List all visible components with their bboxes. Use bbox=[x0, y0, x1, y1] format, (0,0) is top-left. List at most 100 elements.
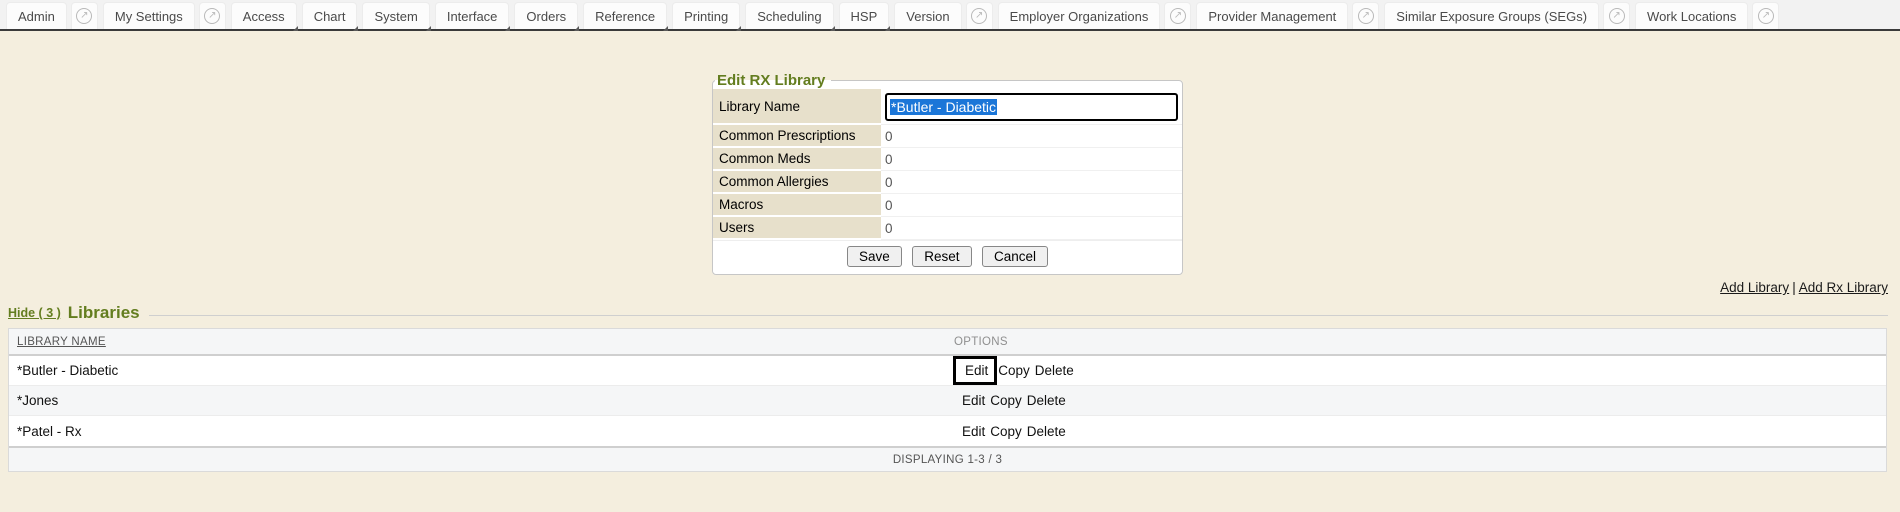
field-label: Common Allergies bbox=[713, 171, 881, 194]
tab-group: Interface ↗ bbox=[435, 0, 510, 29]
tab-label: Interface bbox=[447, 9, 498, 24]
table-header-row: LIBRARY NAME OPTIONS bbox=[9, 329, 1886, 356]
copy-link[interactable]: Copy bbox=[990, 393, 1022, 408]
save-button[interactable]: Save bbox=[847, 246, 902, 267]
tab-group: Version ↗ bbox=[894, 0, 992, 29]
libraries-section-header: Hide ( 3 ) Libraries bbox=[8, 303, 1888, 323]
field-value: 0 bbox=[885, 152, 893, 167]
add-library-link[interactable]: Add Library bbox=[1720, 280, 1789, 295]
tab-group: Scheduling ↗ bbox=[745, 0, 833, 29]
external-arrow-icon: ↗ bbox=[76, 8, 92, 24]
form-fields: Library Name *Butler - Diabetic *Butler … bbox=[713, 89, 1182, 240]
library-row: *Butler - Diabetic Edit Copy Delete bbox=[9, 356, 1886, 386]
field-value-cell: 0 0 bbox=[881, 171, 1182, 194]
library-name: *Butler - Diabetic bbox=[17, 363, 118, 378]
tab-label: System bbox=[374, 9, 417, 24]
tab-employer-organizations[interactable]: Employer Organizations bbox=[998, 2, 1161, 29]
tab-group: Printing ↗ bbox=[672, 0, 740, 29]
tab-group: HSP ↗ bbox=[839, 0, 890, 29]
tab-version[interactable]: Version bbox=[894, 2, 961, 29]
dropdown-corner-icon bbox=[353, 26, 358, 31]
tab-group: Reference ↗ bbox=[583, 0, 667, 29]
row-options: Edit Copy Delete bbox=[962, 363, 1079, 378]
delete-link[interactable]: Delete bbox=[1035, 363, 1074, 378]
cancel-button[interactable]: Cancel bbox=[982, 246, 1048, 267]
edit-link[interactable]: Edit bbox=[962, 424, 985, 439]
tab-printing[interactable]: Printing bbox=[672, 2, 740, 29]
external-arrow-icon: ↗ bbox=[204, 8, 220, 24]
delete-link[interactable]: Delete bbox=[1027, 424, 1066, 439]
tab-group: Admin ↗ bbox=[6, 0, 98, 29]
external-link-button[interactable]: ↗ bbox=[1164, 2, 1191, 29]
reset-button[interactable]: Reset bbox=[912, 246, 971, 267]
field-label: Common Meds bbox=[713, 148, 881, 171]
column-header-options: OPTIONS bbox=[954, 336, 1008, 348]
tab-access[interactable]: Access bbox=[231, 2, 297, 29]
external-arrow-icon: ↗ bbox=[1609, 8, 1625, 24]
column-header-library-name[interactable]: LIBRARY NAME bbox=[17, 336, 106, 348]
external-link-button[interactable]: ↗ bbox=[1603, 2, 1630, 29]
row-options: Edit Copy Delete bbox=[962, 424, 1071, 439]
tab-label: Scheduling bbox=[757, 9, 821, 24]
tab-label: Admin bbox=[18, 9, 55, 24]
tab-group: Access ↗ bbox=[231, 0, 297, 29]
field-value-cell: *Butler - Diabetic *Butler - Diabetic bbox=[881, 89, 1182, 125]
hide-libraries-link[interactable]: Hide ( 3 ) bbox=[8, 306, 61, 320]
library-name: *Patel - Rx bbox=[17, 424, 82, 439]
tab-provider-management[interactable]: Provider Management bbox=[1196, 2, 1348, 29]
edit-link[interactable]: Edit bbox=[953, 356, 997, 386]
field-label: Library Name bbox=[713, 89, 881, 125]
tab-scheduling[interactable]: Scheduling bbox=[745, 2, 833, 29]
field-value-cell: 0 0 bbox=[881, 217, 1182, 240]
external-link-button[interactable]: ↗ bbox=[966, 2, 993, 29]
form-title: Edit RX Library bbox=[715, 72, 831, 89]
tab-label: Work Locations bbox=[1647, 9, 1736, 24]
tab-orders[interactable]: Orders bbox=[514, 2, 578, 29]
tab-group: My Settings ↗ bbox=[103, 0, 226, 29]
tab-hsp[interactable]: HSP bbox=[839, 2, 890, 29]
field-label: Users bbox=[713, 217, 881, 240]
tab-label: My Settings bbox=[115, 9, 183, 24]
library-row: *Jones Edit Copy Delete bbox=[9, 386, 1886, 416]
tab-group: Chart ↗ bbox=[302, 0, 358, 29]
tab-reference[interactable]: Reference bbox=[583, 2, 667, 29]
field-value: 0 bbox=[885, 198, 893, 213]
tab-interface[interactable]: Interface bbox=[435, 2, 510, 29]
tab-my-settings[interactable]: My Settings bbox=[103, 2, 195, 29]
external-link-button[interactable]: ↗ bbox=[1752, 2, 1779, 29]
form-field-row: Common Prescriptions 0 0 bbox=[713, 125, 1182, 148]
libraries-table: LIBRARY NAME OPTIONS *Butler - Diabetic … bbox=[8, 328, 1887, 472]
tab-group: Orders ↗ bbox=[514, 0, 578, 29]
tab-similar-exposure-groups-segs[interactable]: Similar Exposure Groups (SEGs) bbox=[1384, 2, 1599, 29]
copy-link[interactable]: Copy bbox=[998, 363, 1030, 378]
section-divider-line bbox=[149, 315, 1888, 316]
external-link-button[interactable]: ↗ bbox=[71, 2, 98, 29]
tab-work-locations[interactable]: Work Locations bbox=[1635, 2, 1748, 29]
dropdown-corner-icon bbox=[293, 26, 298, 31]
tab-label: Printing bbox=[684, 9, 728, 24]
external-arrow-icon: ↗ bbox=[1170, 8, 1186, 24]
library-name-input[interactable]: *Butler - Diabetic bbox=[885, 93, 1178, 121]
tab-system[interactable]: System bbox=[362, 2, 429, 29]
tab-label: Chart bbox=[314, 9, 346, 24]
copy-link[interactable]: Copy bbox=[990, 424, 1022, 439]
external-link-button[interactable]: ↗ bbox=[1352, 2, 1379, 29]
dropdown-corner-icon bbox=[505, 26, 510, 31]
external-arrow-icon: ↗ bbox=[1358, 8, 1374, 24]
dropdown-corner-icon bbox=[426, 26, 431, 31]
field-value-cell: 0 0 bbox=[881, 148, 1182, 171]
table-footer: DISPLAYING 1-3 / 3 bbox=[9, 446, 1886, 471]
edit-link[interactable]: Edit bbox=[962, 393, 985, 408]
tab-admin[interactable]: Admin bbox=[6, 2, 67, 29]
tab-group: Provider Management ↗ bbox=[1196, 0, 1379, 29]
tab-label: Access bbox=[243, 9, 285, 24]
add-rx-library-link[interactable]: Add Rx Library bbox=[1799, 280, 1888, 295]
external-link-button[interactable]: ↗ bbox=[199, 2, 226, 29]
tab-label: Provider Management bbox=[1208, 9, 1336, 24]
delete-link[interactable]: Delete bbox=[1027, 393, 1066, 408]
form-buttons-row: Save Reset Cancel bbox=[713, 240, 1182, 274]
field-value: 0 bbox=[885, 175, 893, 190]
tab-chart[interactable]: Chart bbox=[302, 2, 358, 29]
link-separator: | bbox=[1792, 280, 1796, 295]
form-field-row: Macros 0 0 bbox=[713, 194, 1182, 217]
